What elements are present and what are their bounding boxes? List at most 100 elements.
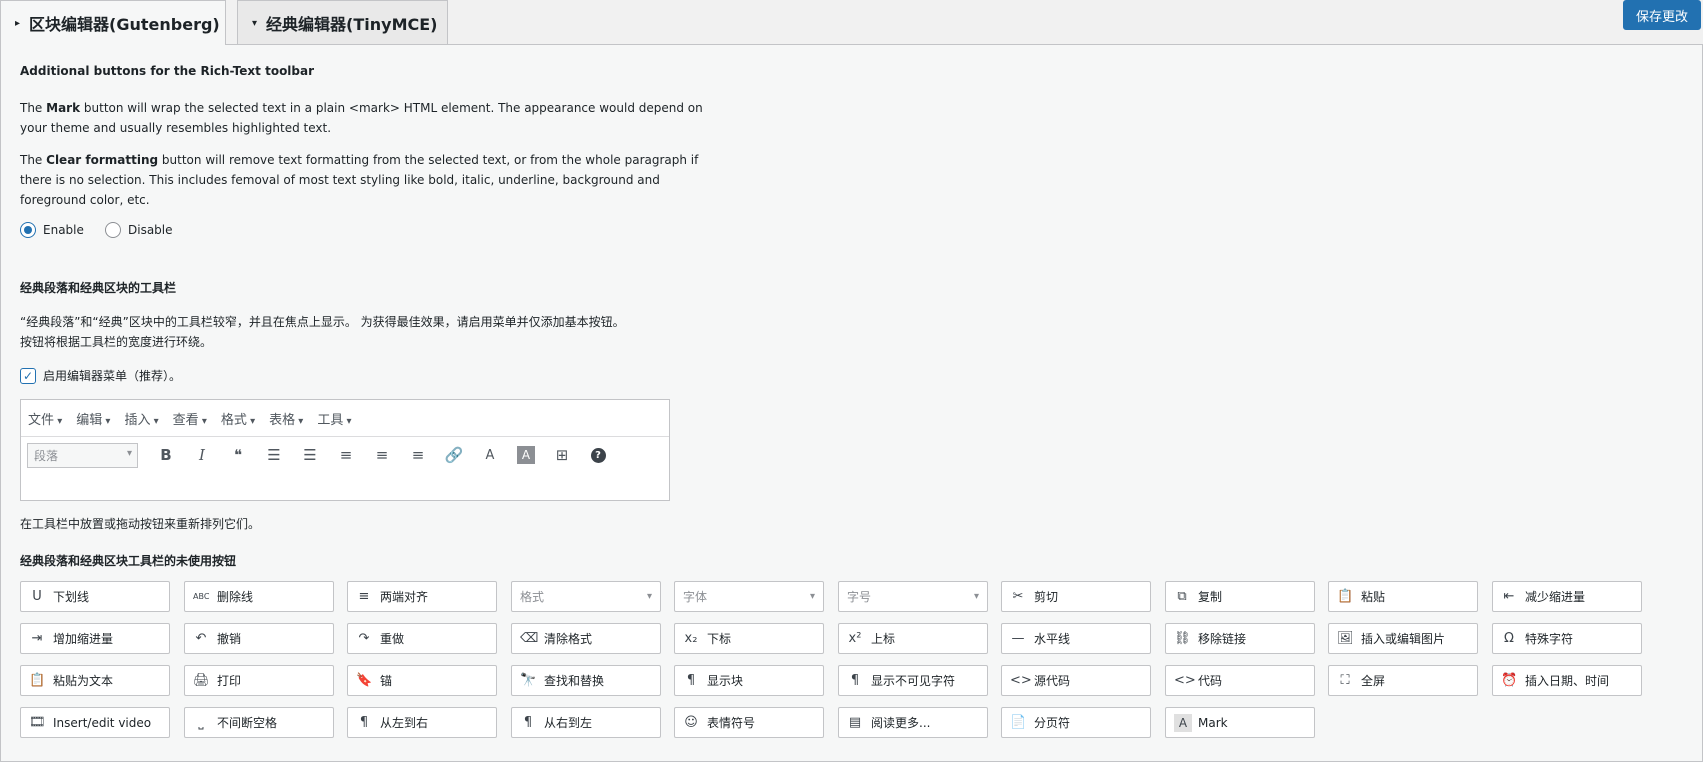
- print-icon: 🖨: [193, 673, 210, 688]
- button-label: 重做: [380, 632, 405, 646]
- toolbar-button[interactable]: <> 代码: [1165, 665, 1315, 696]
- toolbar-button[interactable]: ¶ 显示块: [674, 665, 824, 696]
- toolbar-button[interactable]: ⏰ 插入日期、时间: [1492, 665, 1642, 696]
- button-label: 阅读更多...: [871, 716, 931, 730]
- tab-gutenberg[interactable]: ▸ 区块编辑器(Gutenberg): [0, 0, 226, 45]
- toolbar-button[interactable]: 🎞 Insert/edit video: [20, 707, 170, 738]
- menu-view[interactable]: 查看: [173, 409, 207, 428]
- radio-circle: [105, 222, 121, 238]
- help-icon[interactable]: ?: [580, 441, 616, 469]
- tab-tinymce[interactable]: ▾ 经典编辑器(TinyMCE): [237, 0, 448, 45]
- toolbar-button[interactable]: U 下划线: [20, 581, 170, 612]
- toolbar-button[interactable]: x² 上标: [838, 623, 988, 654]
- disable-radio[interactable]: Disable: [105, 222, 173, 238]
- button-label: 锚: [380, 674, 393, 688]
- toolbar-button[interactable]: 字体: [674, 581, 824, 612]
- toolbar-button[interactable]: ≡ 两端对齐: [347, 581, 497, 612]
- menu-file[interactable]: 文件: [28, 409, 62, 428]
- toolbar-button[interactable]: 📋 粘贴: [1328, 581, 1478, 612]
- enable-radio[interactable]: Enable: [20, 222, 84, 238]
- toolbar-button[interactable]: ⌫ 清除格式: [511, 623, 661, 654]
- read-more-icon: ▤: [848, 715, 862, 730]
- blockquote-icon[interactable]: ❝: [220, 441, 256, 469]
- rtl-icon: ¶: [523, 715, 533, 730]
- button-label: 插入或编辑图片: [1361, 632, 1446, 646]
- toolbar-button[interactable]: 🖼 插入或编辑图片: [1328, 623, 1478, 654]
- toolbar-button[interactable]: ✂ 剪切: [1001, 581, 1151, 612]
- toolbar-button[interactable]: ⇥ 增加缩进量: [20, 623, 170, 654]
- toolbar-button[interactable]: ☺ 表情符号: [674, 707, 824, 738]
- drag-hint: 在工具栏中放置或拖动按钮来重新排列它们。: [20, 517, 261, 531]
- checkmark-icon: ✓: [20, 367, 36, 384]
- toolbar-button[interactable]: 🖨 打印: [184, 665, 334, 696]
- menu-format[interactable]: 格式: [221, 409, 255, 428]
- toolbar-button[interactable]: 📄 分页符: [1001, 707, 1151, 738]
- emoji-icon: ☺: [684, 715, 698, 730]
- button-label: 下划线: [53, 590, 90, 604]
- table-icon[interactable]: ⊞: [544, 441, 580, 469]
- toolbar-button[interactable]: 字号: [838, 581, 988, 612]
- help-glyph: ?: [590, 447, 606, 463]
- paste-icon: 📋: [1337, 589, 1354, 604]
- italic-icon[interactable]: I: [184, 441, 220, 469]
- toolbar-button[interactable]: 格式: [511, 581, 661, 612]
- toolbar-button[interactable]: Ω 特殊字符: [1492, 623, 1642, 654]
- scissors-icon: ✂: [1012, 589, 1024, 604]
- numbered-list-icon[interactable]: ☰: [292, 441, 328, 469]
- toolbar-button[interactable]: — 水平线: [1001, 623, 1151, 654]
- button-label: Mark: [1198, 715, 1228, 730]
- toolbar-button[interactable]: 📋 粘贴为文本: [20, 665, 170, 696]
- menu-table[interactable]: 表格: [269, 409, 303, 428]
- pilcrow-icon: ¶: [686, 673, 696, 688]
- toolbar-button[interactable]: ⎵ 不间断空格: [184, 707, 334, 738]
- toolbar-button[interactable]: 🔖 锚: [347, 665, 497, 696]
- toolbar-button[interactable]: ↶ 撤销: [184, 623, 334, 654]
- horizontal-rule-icon: —: [1011, 631, 1025, 646]
- bold-icon[interactable]: B: [148, 441, 184, 469]
- classic-editor-preview: 文件 编辑 插入 查看 格式 表格 工具 段落 B I ❝ ☰ ☰ ≡ ≡ ≡ …: [20, 399, 670, 501]
- toolbar-button[interactable]: ⇤ 减少缩进量: [1492, 581, 1642, 612]
- paragraph-format-select[interactable]: 段落: [27, 442, 138, 468]
- align-right-icon[interactable]: ≡: [400, 441, 436, 469]
- toolbar-button[interactable]: ▤ 阅读更多...: [838, 707, 988, 738]
- button-label: 显示块: [707, 674, 744, 688]
- align-center-icon[interactable]: ≡: [364, 441, 400, 469]
- toolbar-button[interactable]: ¶ 从右到左: [511, 707, 661, 738]
- button-label: 移除链接: [1198, 632, 1247, 646]
- toolbar-button[interactable]: ⛓ 移除链接: [1165, 623, 1315, 654]
- toolbar-button[interactable]: ⧉ 复制: [1165, 581, 1315, 612]
- menu-edit[interactable]: 编辑: [76, 409, 110, 428]
- toolbar-button[interactable]: ¶ 从左到右: [347, 707, 497, 738]
- menu-tools[interactable]: 工具: [317, 409, 351, 428]
- menu-insert[interactable]: 插入: [124, 409, 158, 428]
- toolbar-button[interactable]: 🔭 查找和替换: [511, 665, 661, 696]
- button-label: 表情符号: [707, 716, 756, 730]
- button-label: 显示不可见字符: [871, 674, 956, 688]
- bullet-list-icon[interactable]: ☰: [256, 441, 292, 469]
- button-label: 打印: [217, 674, 242, 688]
- rich-text-heading: Additional buttons for the Rich-Text too…: [20, 64, 315, 78]
- clock-icon: ⏰: [1501, 673, 1518, 688]
- save-changes-button[interactable]: 保存更改: [1623, 0, 1701, 30]
- toolbar-button[interactable]: <> 源代码: [1001, 665, 1151, 696]
- align-left-icon[interactable]: ≡: [328, 441, 364, 469]
- button-label: 全屏: [1361, 674, 1386, 688]
- toolbar-button[interactable]: ↷ 重做: [347, 623, 497, 654]
- toolbar-button[interactable]: ¶ 显示不可见字符: [838, 665, 988, 696]
- link-icon[interactable]: 🔗: [436, 441, 472, 469]
- button-label: 字号: [847, 590, 872, 604]
- background-color-glyph: A: [517, 446, 535, 464]
- classic-description: “经典段落”和“经典”区块中的工具栏较窄，并且在焦点上显示。 为获得最佳效果，请…: [20, 315, 625, 349]
- toolbar-button[interactable]: ⛶ 全屏: [1328, 665, 1478, 696]
- outdent-icon: ⇤: [1503, 589, 1515, 604]
- background-color-icon[interactable]: A: [508, 441, 544, 469]
- binoculars-icon: 🔭: [520, 673, 537, 688]
- enable-menu-checkbox[interactable]: ✓ 启用编辑器菜单（推荐）。: [20, 367, 181, 384]
- toolbar-button[interactable]: A Mark: [1165, 707, 1315, 738]
- eraser-icon: ⌫: [520, 631, 539, 646]
- toolbar-button[interactable]: x₂ 下标: [674, 623, 824, 654]
- indent-icon: ⇥: [31, 631, 43, 646]
- text-color-icon[interactable]: A: [472, 441, 508, 469]
- toolbar-button[interactable]: ABC 删除线: [184, 581, 334, 612]
- ltr-icon: ¶: [359, 715, 369, 730]
